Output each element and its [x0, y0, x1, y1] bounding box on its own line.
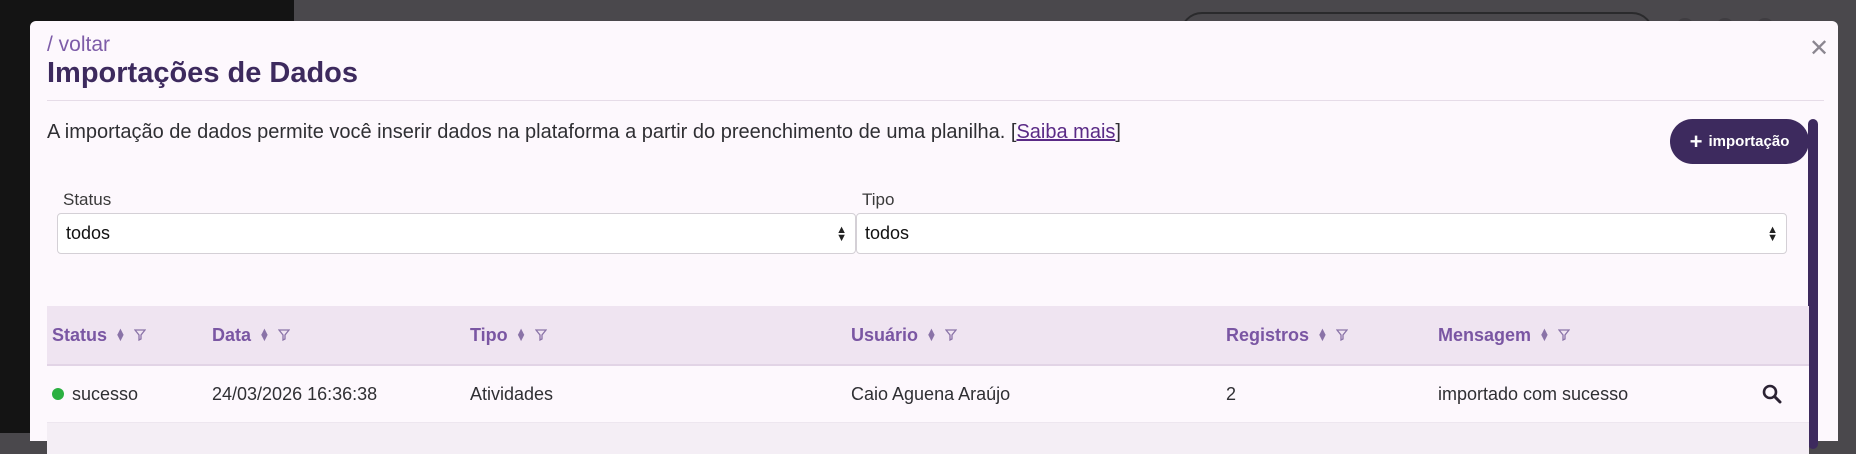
add-import-label: importação — [1708, 133, 1790, 150]
status-filter-value: todos — [66, 223, 111, 243]
column-header-status[interactable]: Status ▲ ▼ — [52, 306, 146, 364]
column-header-label: Usuário — [851, 324, 919, 345]
type-filter-value: todos — [865, 223, 910, 243]
description-text: A importação de dados permite você inser… — [47, 121, 1017, 143]
status-filter-label: Status — [63, 190, 112, 209]
type-filter-select[interactable]: todos ▲ ▼ — [856, 213, 1787, 254]
page-title: Importações de Dados — [47, 57, 359, 89]
cell-data: 24/03/2026 16:36:38 — [212, 383, 378, 404]
column-header-label: Registros — [1226, 324, 1310, 345]
status-filter-select[interactable]: todos ▲ ▼ — [57, 213, 856, 254]
status-text: sucesso — [72, 383, 139, 404]
filter-icon[interactable] — [133, 329, 146, 341]
sort-icon[interactable]: ▲ ▼ — [926, 327, 937, 344]
search-icon — [1762, 384, 1782, 404]
column-header-tipo[interactable]: Tipo ▲ ▼ — [470, 306, 547, 364]
cell-status: sucesso — [52, 366, 138, 422]
table-header: Status ▲ ▼ Data ▲ ▼ Tipo ▲ ▼ Usuário ▲ ▼ Reg… — [47, 306, 1809, 366]
status-dot-icon — [52, 388, 64, 400]
table-row-partial — [47, 423, 1809, 454]
cell-registros: 2 — [1226, 383, 1237, 404]
plus-icon: + — [1689, 128, 1703, 154]
scrollbar-thumb[interactable] — [1808, 119, 1818, 449]
filter-icon[interactable] — [1557, 329, 1570, 341]
table-row[interactable]: sucesso 24/03/2026 16:36:38 Atividades C… — [47, 366, 1809, 423]
column-header-label: Mensagem — [1438, 324, 1532, 345]
column-header-data[interactable]: Data ▲ ▼ — [212, 306, 290, 364]
description-suffix: ] — [1115, 121, 1121, 143]
type-filter-label: Tipo — [862, 190, 895, 209]
sort-icon[interactable]: ▲ ▼ — [115, 327, 126, 344]
cell-mensagem: importado com sucesso — [1438, 383, 1629, 404]
add-import-button[interactable]: + importação — [1670, 119, 1809, 164]
cell-tipo: Atividades — [470, 383, 554, 404]
imports-modal: ✕ / voltar Importações de Dados A import… — [30, 21, 1838, 454]
select-arrows-icon: ▲ ▼ — [1767, 223, 1778, 244]
select-arrows-icon: ▲ ▼ — [836, 223, 847, 244]
learn-more-link[interactable]: Saiba mais — [1016, 121, 1115, 143]
column-header-registros[interactable]: Registros ▲ ▼ — [1226, 306, 1348, 364]
column-header-mensagem[interactable]: Mensagem ▲ ▼ — [1438, 306, 1570, 364]
close-icon[interactable]: ✕ — [1808, 36, 1830, 60]
sort-icon[interactable]: ▲ ▼ — [516, 327, 527, 344]
header-divider — [47, 100, 1824, 101]
column-header-label: Data — [212, 324, 252, 345]
cell-usuario: Caio Aguena Araújo — [851, 383, 1011, 404]
filter-icon[interactable] — [1335, 329, 1348, 341]
filter-icon[interactable] — [534, 329, 547, 341]
column-header-label: Status — [52, 324, 108, 345]
sort-icon[interactable]: ▲ ▼ — [1539, 327, 1550, 344]
sort-icon[interactable]: ▲ ▼ — [1317, 327, 1328, 344]
view-details-button[interactable] — [1762, 366, 1782, 422]
filter-icon[interactable] — [944, 329, 957, 341]
column-header-usuario[interactable]: Usuário ▲ ▼ — [851, 306, 957, 364]
column-header-label: Tipo — [470, 324, 508, 345]
filter-icon[interactable] — [277, 329, 290, 341]
sort-icon[interactable]: ▲ ▼ — [259, 327, 270, 344]
back-link[interactable]: / voltar — [47, 33, 110, 57]
description: A importação de dados permite você inser… — [47, 121, 1121, 144]
